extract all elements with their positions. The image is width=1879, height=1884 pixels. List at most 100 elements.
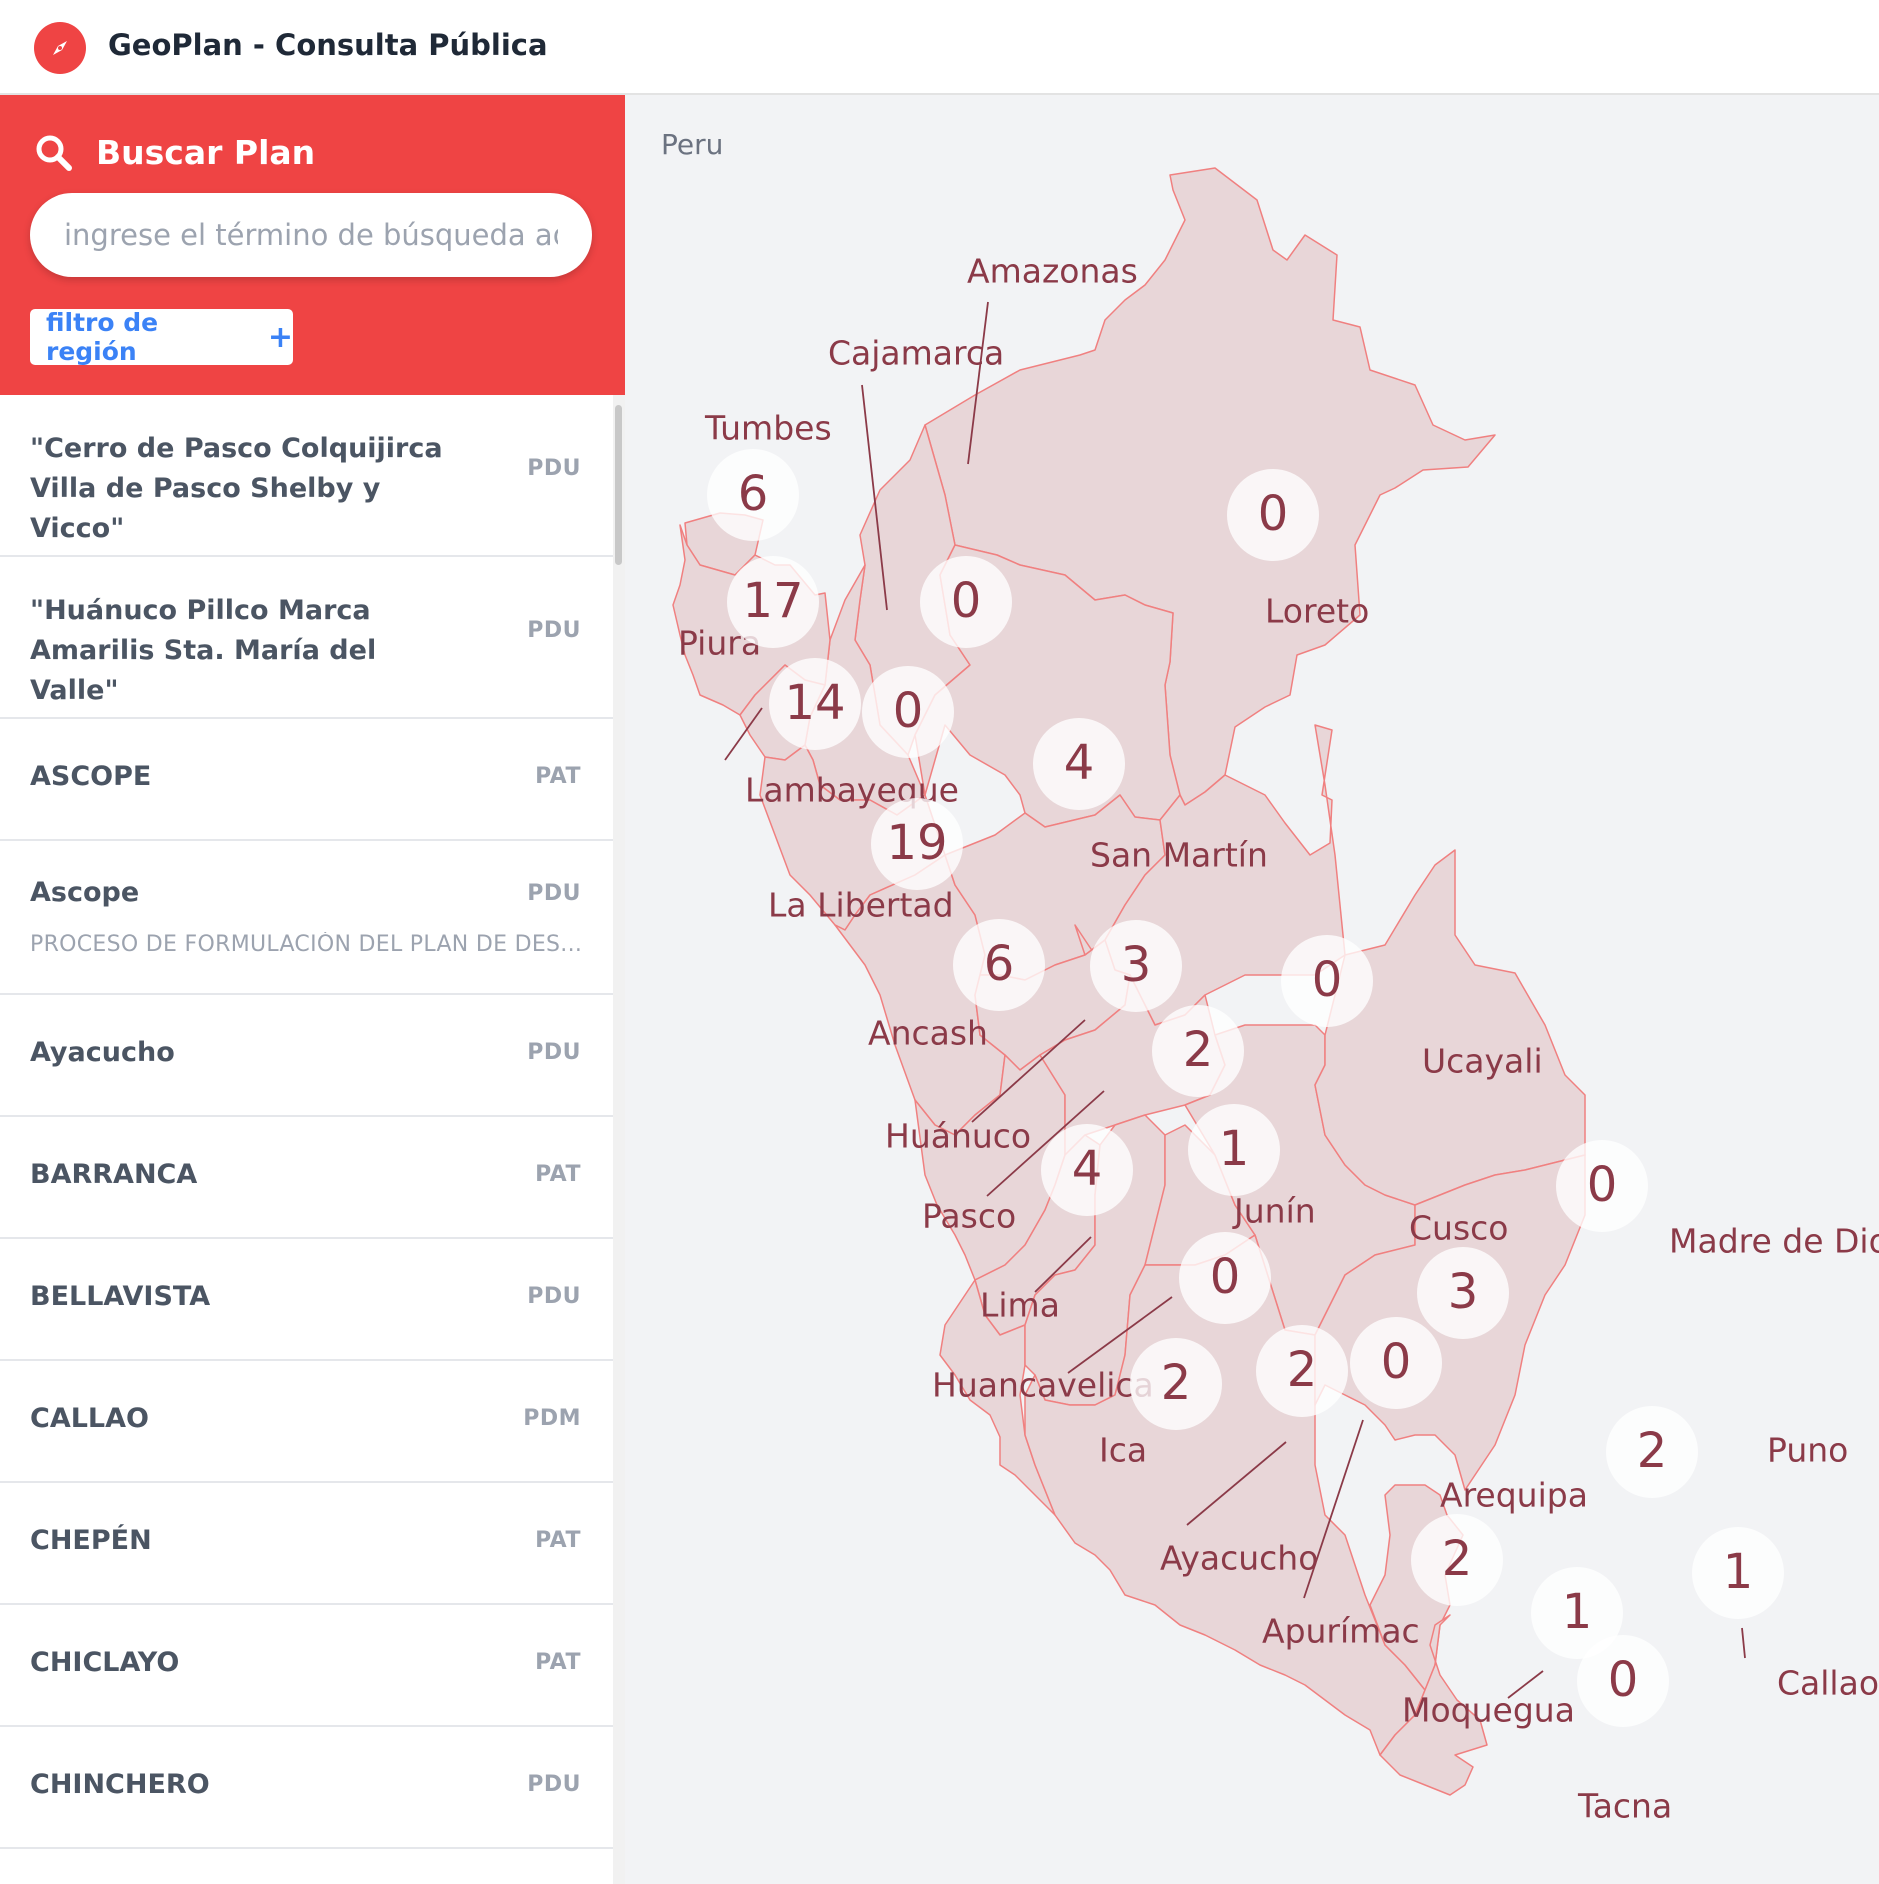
- plan-type: PDM: [523, 1406, 581, 1431]
- region-label[interactable]: Puno: [1767, 1431, 1848, 1470]
- plan-name: "Cerro de Pasco Colquijirca Villa de Pas…: [30, 433, 443, 544]
- plan-name: CHICLAYO: [30, 1647, 180, 1678]
- count-value: 6: [738, 466, 769, 522]
- plan-name: "Huánuco Pillco Marca Amarilis Sta. Marí…: [30, 595, 377, 706]
- region-label[interactable]: Ancash: [868, 1014, 988, 1053]
- region-label[interactable]: Junín: [1232, 1192, 1316, 1231]
- count-value: 0: [951, 573, 982, 629]
- region-label[interactable]: San Martín: [1090, 836, 1268, 875]
- plan-type: PDU: [527, 456, 581, 481]
- compass-icon[interactable]: [34, 22, 86, 74]
- count-value: 0: [1312, 952, 1343, 1008]
- region-filter-button[interactable]: filtro de región +: [30, 308, 293, 366]
- app-title: GeoPlan - Consulta Pública: [108, 28, 548, 62]
- search-panel: Buscar Plan filtro de región +: [0, 95, 625, 395]
- region-label[interactable]: Huánuco: [885, 1117, 1031, 1156]
- count-value: 4: [1072, 1141, 1103, 1197]
- count-value: 3: [1448, 1264, 1479, 1320]
- region-label[interactable]: Amazonas: [967, 252, 1138, 291]
- list-item[interactable]: Ayacucho PDU: [0, 995, 613, 1117]
- list-item[interactable]: CHEPÉN PAT: [0, 1483, 613, 1605]
- list-item[interactable]: ASCOPE PAT: [0, 719, 613, 841]
- count-value: 17: [742, 573, 803, 629]
- region-label[interactable]: Apurímac: [1262, 1612, 1420, 1651]
- plan-type: PAT: [535, 1528, 581, 1553]
- region-label[interactable]: Tumbes: [704, 409, 832, 448]
- plan-description: PROCESO DE FORMULACIÓN DEL PLAN DE DES..…: [30, 932, 583, 957]
- plan-name: CHEPÉN: [30, 1525, 152, 1556]
- map-area[interactable]: Peru Tumbes Piura Lambayeque Cajamarca Amazo…: [625, 95, 1879, 1884]
- count-value: 0: [1210, 1249, 1241, 1305]
- list-item[interactable]: CALLAO PDM: [0, 1361, 613, 1483]
- plan-type: PDU: [527, 881, 581, 906]
- plan-name: BELLAVISTA: [30, 1281, 211, 1312]
- plan-name: ASCOPE: [30, 761, 152, 792]
- region-label[interactable]: Cusco: [1409, 1209, 1508, 1248]
- scrollbar-thumb[interactable]: [615, 405, 622, 565]
- list-item[interactable]: CHICLAYO PAT: [0, 1605, 613, 1727]
- count-value: 0: [1381, 1334, 1412, 1390]
- region-label[interactable]: Callao: [1777, 1664, 1879, 1703]
- search-input[interactable]: [30, 193, 592, 277]
- region-label[interactable]: Ica: [1099, 1431, 1147, 1470]
- region-label[interactable]: La Libertad: [768, 886, 954, 925]
- plan-name: CALLAO: [30, 1403, 149, 1434]
- count-value: 1: [1219, 1121, 1250, 1177]
- region-label[interactable]: Moquegua: [1402, 1691, 1575, 1730]
- leader-line: [1741, 1627, 1746, 1659]
- sidebar: Buscar Plan filtro de región + "Cerro de…: [0, 95, 625, 1884]
- count-value: 2: [1442, 1531, 1473, 1587]
- list-item[interactable]: "Huánuco Pillco Marca Amarilis Sta. Marí…: [0, 557, 613, 719]
- list-scrollbar[interactable]: [613, 395, 625, 1884]
- count-value: 4: [1064, 735, 1095, 791]
- region-shape[interactable]: [1314, 849, 1586, 1206]
- list-item[interactable]: "Cerro de Pasco Colquijirca Villa de Pas…: [0, 395, 613, 557]
- region-label[interactable]: Pasco: [922, 1197, 1016, 1236]
- count-value: 1: [1562, 1584, 1593, 1640]
- region-label[interactable]: Ucayali: [1422, 1042, 1543, 1081]
- plan-type: PAT: [535, 1162, 581, 1187]
- count-value: 14: [784, 675, 845, 731]
- peru-map[interactable]: TumbesPiuraLambayequeCajamarcaAmazonasLo…: [625, 95, 1879, 1884]
- count-value: 3: [1121, 937, 1152, 993]
- plan-type: PAT: [535, 1650, 581, 1675]
- plan-type: PDU: [527, 1040, 581, 1065]
- count-value: 19: [886, 815, 947, 871]
- plan-type: PDU: [527, 618, 581, 643]
- plan-type: PDU: [527, 1284, 581, 1309]
- plan-name: Ayacucho: [30, 1037, 175, 1068]
- region-label[interactable]: Ayacucho: [1160, 1539, 1318, 1578]
- region-label[interactable]: Arequipa: [1440, 1476, 1588, 1515]
- count-value: 2: [1287, 1342, 1318, 1398]
- count-value: 2: [1637, 1423, 1668, 1479]
- region-label[interactable]: Lima: [980, 1286, 1060, 1325]
- region-label[interactable]: Loreto: [1265, 592, 1369, 631]
- plan-type: PDU: [527, 1772, 581, 1797]
- search-title: Buscar Plan: [96, 133, 316, 172]
- region-label[interactable]: Cajamarca: [828, 334, 1004, 373]
- plan-name: BARRANCA: [30, 1159, 198, 1190]
- list-item[interactable]: CHINCHERO PDU: [0, 1727, 613, 1849]
- list-item[interactable]: BELLAVISTA PDU: [0, 1239, 613, 1361]
- list-item[interactable]: Ascope PDU PROCESO DE FORMULACIÓN DEL PL…: [0, 841, 613, 995]
- list-item[interactable]: BARRANCA PAT: [0, 1117, 613, 1239]
- region-filter-label: filtro de región: [46, 308, 159, 366]
- count-value: 2: [1183, 1022, 1214, 1078]
- plan-name: Ascope: [30, 877, 140, 908]
- plan-list: "Cerro de Pasco Colquijirca Villa de Pas…: [0, 395, 613, 1884]
- count-value: 0: [1587, 1157, 1618, 1213]
- plan-name: CHINCHERO: [30, 1769, 210, 1800]
- plus-icon: +: [267, 319, 293, 355]
- region-label[interactable]: Tacna: [1577, 1787, 1672, 1826]
- count-value: 6: [984, 936, 1015, 992]
- top-bar: GeoPlan - Consulta Pública: [0, 0, 1879, 95]
- plan-type: PAT: [535, 764, 581, 789]
- region-label[interactable]: Madre de Dios: [1669, 1222, 1879, 1261]
- count-value: 0: [893, 683, 924, 739]
- count-value: 2: [1161, 1355, 1192, 1411]
- count-value: 1: [1723, 1544, 1754, 1600]
- count-value: 0: [1258, 486, 1289, 542]
- count-value: 0: [1608, 1652, 1639, 1708]
- search-icon: [34, 133, 74, 173]
- region-label[interactable]: Huancavelica: [932, 1366, 1154, 1405]
